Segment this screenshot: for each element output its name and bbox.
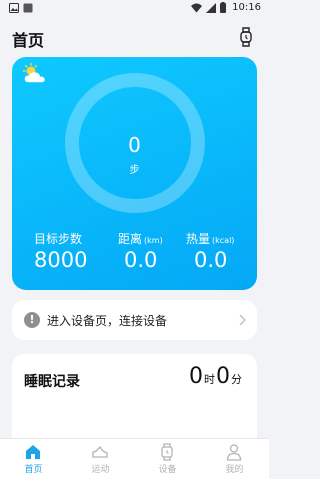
watch-icon	[161, 443, 173, 461]
square-icon	[23, 3, 33, 13]
connect-device-text: 进入设备页，连接设备	[47, 314, 168, 328]
stat-unit: (km)	[144, 236, 163, 245]
image-icon	[9, 3, 19, 13]
tab-home[interactable]: 首页	[0, 439, 67, 479]
sleep-minutes: 0	[216, 364, 230, 389]
sleep-hours: 0	[189, 364, 203, 389]
sleep-minutes-unit: 分	[231, 373, 242, 386]
page-title: 首页	[12, 31, 45, 50]
tab-label: 我的	[225, 465, 244, 475]
tab-label: 设备	[158, 465, 177, 475]
stat-unit: (kcal)	[212, 236, 235, 245]
tab-device[interactable]: 设备	[134, 439, 201, 479]
tab-label: 首页	[24, 465, 43, 475]
stat-label: 热量 (kcal)	[186, 232, 235, 246]
signal-icon	[206, 2, 217, 13]
person-icon	[226, 444, 242, 461]
wifi-icon	[191, 3, 203, 12]
bottom-tab-bar: 首页 运动 设备 我的	[0, 438, 269, 479]
battery-icon	[220, 2, 227, 13]
stat-label: 距离 (km)	[118, 232, 163, 246]
connect-device-row[interactable]: ! 进入设备页，连接设备	[12, 300, 257, 340]
partly-sunny-icon	[22, 63, 45, 83]
sleep-duration: 0时0分	[189, 364, 243, 389]
shoe-icon	[92, 445, 108, 458]
header: 首页	[0, 22, 269, 54]
info-icon: !	[24, 312, 40, 328]
tab-profile[interactable]: 我的	[201, 439, 268, 479]
activity-card[interactable]: 0 步 目标步数 8000 距离 (km) 0.0 热量 (kcal) 0.0	[12, 57, 257, 290]
tab-label: 运动	[91, 465, 110, 475]
status-time: 10:16	[232, 2, 261, 13]
steps-unit: 步	[129, 165, 140, 176]
home-icon	[26, 445, 40, 459]
stat-label: 目标步数	[34, 232, 83, 246]
stat-value: 0.0	[124, 248, 158, 272]
status-bar: 10:16	[0, 0, 269, 18]
chevron-right-icon	[239, 314, 247, 326]
stat-value: 8000	[34, 248, 88, 272]
stat-value: 0.0	[194, 248, 228, 272]
watch-button[interactable]	[235, 26, 257, 48]
watch-icon	[240, 27, 252, 47]
sleep-title: 睡眠记录	[24, 374, 80, 390]
tab-sport[interactable]: 运动	[67, 439, 134, 479]
steps-value: 0	[128, 133, 141, 157]
sleep-hours-unit: 时	[204, 373, 215, 386]
